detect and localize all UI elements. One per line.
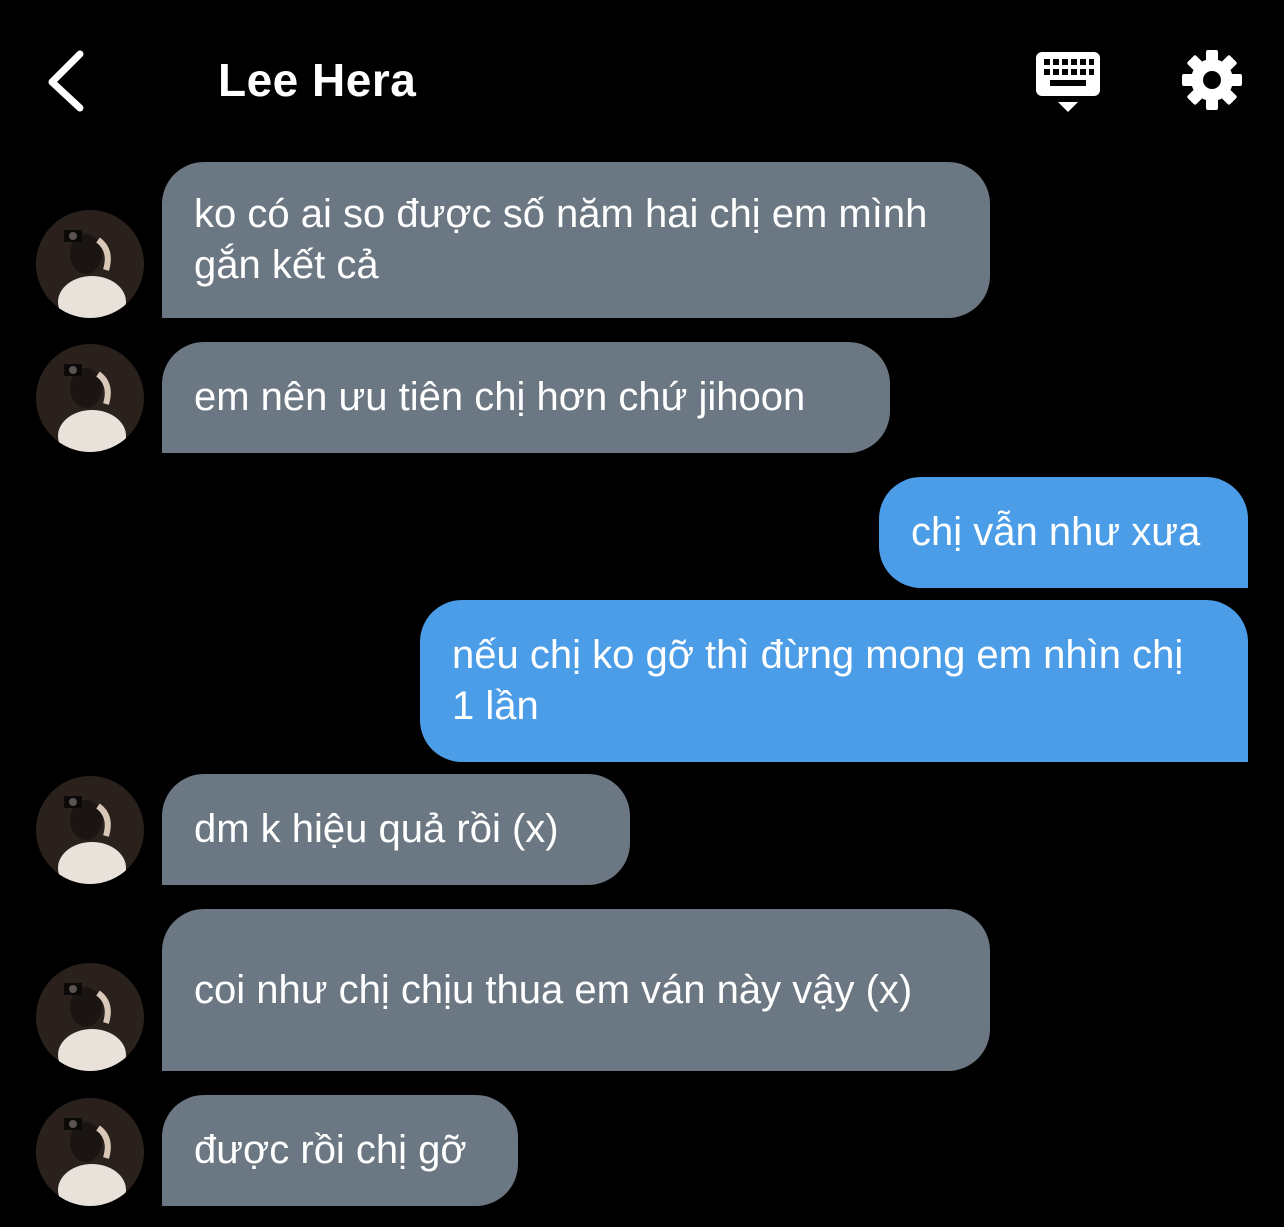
avatar-photo-icon — [36, 776, 144, 884]
chat-header: Lee Hera — [0, 0, 1284, 160]
message-bubble-outgoing[interactable]: chị vẫn như xưa — [879, 477, 1248, 588]
avatar-photo-icon — [36, 210, 144, 318]
avatar-photo-icon — [36, 963, 144, 1071]
settings-button[interactable] — [1180, 48, 1244, 112]
chat-title: Lee Hera — [218, 54, 417, 106]
message-bubble-incoming[interactable]: coi như chị chịu thua em ván này vậy (x) — [162, 909, 990, 1071]
keyboard-icon — [1036, 52, 1100, 112]
contact-avatar[interactable] — [36, 1098, 144, 1206]
contact-avatar[interactable] — [36, 776, 144, 884]
contact-avatar[interactable] — [36, 963, 144, 1071]
contact-avatar[interactable] — [36, 210, 144, 318]
avatar-photo-icon — [36, 1098, 144, 1206]
message-text: dm k hiệu quả rồi (x) — [194, 807, 559, 851]
message-text: nếu chị ko gỡ thì đừng mong em nhìn chị … — [452, 633, 1184, 728]
message-bubble-incoming[interactable]: em nên ưu tiên chị hơn chứ jihoon — [162, 342, 890, 453]
gear-icon — [1182, 50, 1242, 110]
contact-avatar[interactable] — [36, 344, 144, 452]
message-text: ko có ai so được số năm hai chị em mình … — [194, 192, 928, 287]
chevron-left-icon — [48, 50, 84, 112]
back-button[interactable] — [38, 44, 98, 116]
message-bubble-incoming[interactable]: dm k hiệu quả rồi (x) — [162, 774, 630, 885]
message-bubble-incoming[interactable]: ko có ai so được số năm hai chị em mình … — [162, 162, 990, 318]
message-text: em nên ưu tiên chị hơn chứ jihoon — [194, 375, 806, 419]
message-text: chị vẫn như xưa — [911, 510, 1201, 554]
message-text: coi như chị chịu thua em ván này vậy (x) — [194, 967, 913, 1012]
keyboard-button[interactable] — [1034, 50, 1102, 114]
message-text: được rồi chị gỡ — [194, 1128, 467, 1172]
avatar-photo-icon — [36, 344, 144, 452]
message-bubble-outgoing[interactable]: nếu chị ko gỡ thì đừng mong em nhìn chị … — [420, 600, 1248, 762]
message-bubble-incoming[interactable]: được rồi chị gỡ — [162, 1095, 518, 1206]
